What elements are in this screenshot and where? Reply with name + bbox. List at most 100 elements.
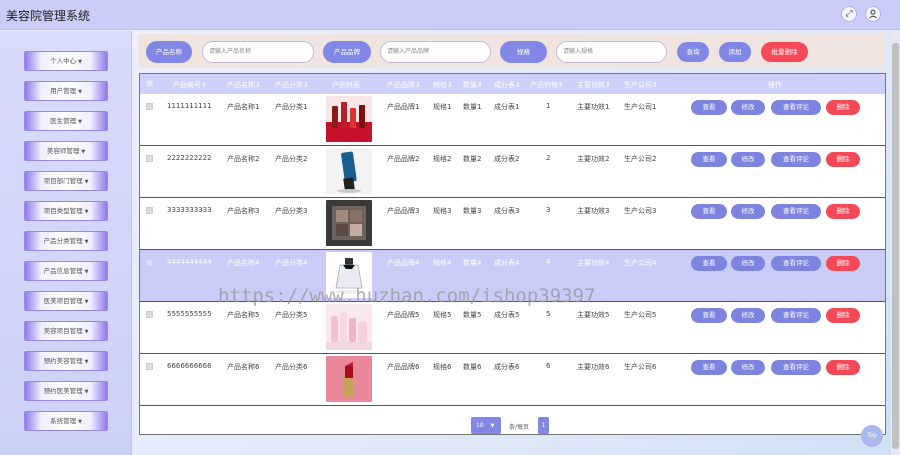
- sidebar-item-departments[interactable]: 项目部门管理 ▼: [24, 171, 108, 191]
- product-table: 产品编号⇕ 产品名称⇕ 产品分类⇕ 产品封面 产品品牌⇕ 规格⇕ 数量⇕ 成分表…: [139, 73, 886, 435]
- chevron-down-icon: ▼: [84, 239, 89, 245]
- sidebar-item-label: 预约医美管理: [43, 387, 83, 395]
- th-brand[interactable]: 产品品牌⇕: [387, 80, 421, 90]
- delete-button[interactable]: 删除: [826, 204, 860, 219]
- product-brand-input[interactable]: 请输入产品品牌: [380, 41, 491, 63]
- product-name-input[interactable]: 请输入产品名称: [202, 41, 314, 63]
- row-checkbox[interactable]: [146, 311, 153, 318]
- delete-button[interactable]: 删除: [826, 360, 860, 375]
- cell-code: 5555555555: [167, 310, 212, 318]
- sidebar-item-product-info[interactable]: 产品信息管理 ▼: [24, 261, 108, 281]
- table-row: 5555555555 产品名称5 产品分类5 产品品牌5 规格5 数量5 成分表…: [140, 302, 885, 354]
- page-scrollbar[interactable]: [891, 31, 900, 455]
- table-row: 3333333333 产品名称3 产品分类3 产品品牌3 规格3 数量3 成分表…: [140, 198, 885, 250]
- cell-name: 产品名称3: [227, 207, 260, 215]
- cell-name: 产品名称4: [227, 259, 260, 267]
- view-comments-button[interactable]: 查看评论: [771, 308, 821, 323]
- edit-button[interactable]: 修改: [731, 204, 765, 219]
- sort-icon: ⇕: [303, 81, 309, 89]
- select-all-checkbox[interactable]: [146, 80, 153, 87]
- view-button[interactable]: 查看: [691, 100, 727, 115]
- th-ingredient[interactable]: 成分表⇕: [494, 80, 521, 90]
- product-thumbnail-serum-tube: [326, 148, 372, 194]
- view-button[interactable]: 查看: [691, 360, 727, 375]
- th-qty[interactable]: 数量⇕: [463, 80, 483, 90]
- sidebar-item-beauticians[interactable]: 美容师管理 ▼: [24, 141, 108, 161]
- row-checkbox[interactable]: [146, 155, 153, 162]
- chevron-down-icon: ▼: [78, 59, 82, 65]
- sidebar-item-users[interactable]: 用户管理 ▼: [24, 81, 108, 101]
- chevron-down-icon: ▼: [78, 89, 82, 95]
- th-spec[interactable]: 规格⇕: [433, 80, 453, 90]
- fullscreen-icon[interactable]: ⤢: [841, 6, 857, 22]
- th-category[interactable]: 产品分类⇕: [275, 80, 309, 90]
- delete-button[interactable]: 删除: [826, 256, 860, 271]
- view-comments-button[interactable]: 查看评论: [771, 256, 821, 271]
- cell-code: 3333333333: [167, 206, 212, 214]
- sidebar-item-project-types[interactable]: 项目类型管理 ▼: [24, 201, 108, 221]
- row-checkbox[interactable]: [146, 259, 153, 266]
- sort-icon: ⇕: [558, 81, 564, 89]
- sidebar-item-medical-projects[interactable]: 医美项目管理 ▼: [24, 291, 108, 311]
- row-checkbox[interactable]: [146, 363, 153, 370]
- chevron-down-icon: ▼: [490, 423, 495, 429]
- sort-icon: ⇕: [255, 81, 261, 89]
- chevron-down-icon: ▼: [84, 359, 89, 365]
- chevron-down-icon: ▼: [84, 299, 89, 305]
- sidebar: 个人中心 ▼ 用户管理 ▼ 医生管理 ▼ 美容师管理 ▼ 项目部门管理 ▼ 项目类型管理 ▼…: [0, 31, 132, 455]
- spec-input[interactable]: 请输入规格: [556, 41, 667, 63]
- edit-button[interactable]: 修改: [731, 360, 765, 375]
- view-comments-button[interactable]: 查看评论: [771, 360, 821, 375]
- view-button[interactable]: 查看: [691, 204, 727, 219]
- th-code[interactable]: 产品编号⇕: [173, 80, 207, 90]
- cell-spec: 规格2: [433, 155, 452, 163]
- row-checkbox[interactable]: [146, 103, 153, 110]
- table-row: 6666666666 产品名称6 产品分类6 产品品牌6 规格6 数量6 成分表…: [140, 354, 885, 406]
- th-effect[interactable]: 主要功效⇕: [577, 80, 611, 90]
- scrollbar-thumb[interactable]: [892, 43, 899, 449]
- delete-button[interactable]: 删除: [826, 152, 860, 167]
- cell-brand: 产品品牌1: [387, 103, 420, 111]
- sidebar-item-label: 美容师管理: [46, 147, 80, 155]
- sidebar-item-doctors[interactable]: 医生管理 ▼: [24, 111, 108, 131]
- user-icon[interactable]: [865, 6, 881, 22]
- sidebar-item-label: 用户管理: [50, 87, 77, 95]
- sidebar-item-system[interactable]: 系统管理 ▼: [24, 411, 108, 431]
- table-row: 1111111111 产品名称1 产品分类1 产品品牌1 规格1 数量1 成分表…: [140, 94, 885, 146]
- th-maker[interactable]: 生产公司⇕: [624, 80, 658, 90]
- sidebar-item-beauty-appointments[interactable]: 预约美容管理 ▼: [24, 351, 108, 371]
- back-to-top-button[interactable]: Top: [861, 425, 883, 447]
- delete-button[interactable]: 删除: [826, 308, 860, 323]
- view-button[interactable]: 查看: [691, 256, 727, 271]
- batch-delete-button[interactable]: 批量删除: [761, 42, 808, 62]
- page-number-current[interactable]: 1: [538, 417, 549, 434]
- edit-button[interactable]: 修改: [731, 152, 765, 167]
- th-name[interactable]: 产品名称⇕: [227, 80, 261, 90]
- cell-price: 3: [546, 206, 551, 214]
- delete-button[interactable]: 删除: [826, 100, 860, 115]
- cell-code: 1111111111: [167, 102, 212, 110]
- edit-button[interactable]: 修改: [731, 100, 765, 115]
- chevron-down-icon: ▼: [84, 179, 89, 185]
- view-comments-button[interactable]: 查看评论: [771, 204, 821, 219]
- cell-brand: 产品品牌6: [387, 363, 420, 371]
- edit-button[interactable]: 修改: [731, 308, 765, 323]
- sidebar-item-beauty-projects[interactable]: 美容项目管理 ▼: [24, 321, 108, 341]
- edit-button[interactable]: 修改: [731, 256, 765, 271]
- view-button[interactable]: 查看: [691, 152, 727, 167]
- page-size-select[interactable]: 10 ▼: [471, 417, 501, 434]
- sidebar-item-product-categories[interactable]: 产品分类管理 ▼: [24, 231, 108, 251]
- view-button[interactable]: 查看: [691, 308, 727, 323]
- sidebar-item-medical-appointments[interactable]: 预约医美管理 ▼: [24, 381, 108, 401]
- watermark-text: https://www.huzhan.com/ishop39397: [218, 285, 596, 307]
- row-checkbox[interactable]: [146, 207, 153, 214]
- view-comments-button[interactable]: 查看评论: [771, 152, 821, 167]
- th-price[interactable]: 产品价格⇕: [530, 80, 564, 90]
- view-comments-button[interactable]: 查看评论: [771, 100, 821, 115]
- sidebar-item-personal-center[interactable]: 个人中心 ▼: [24, 51, 108, 71]
- table-row: 2222222222 产品名称2 产品分类2 产品品牌2 规格2 数量2 成分表…: [140, 146, 885, 198]
- add-button[interactable]: 添加: [719, 42, 751, 62]
- cell-ingredient: 成分表3: [494, 207, 520, 215]
- query-button[interactable]: 查询: [677, 42, 709, 62]
- cell-price: 5: [546, 310, 551, 318]
